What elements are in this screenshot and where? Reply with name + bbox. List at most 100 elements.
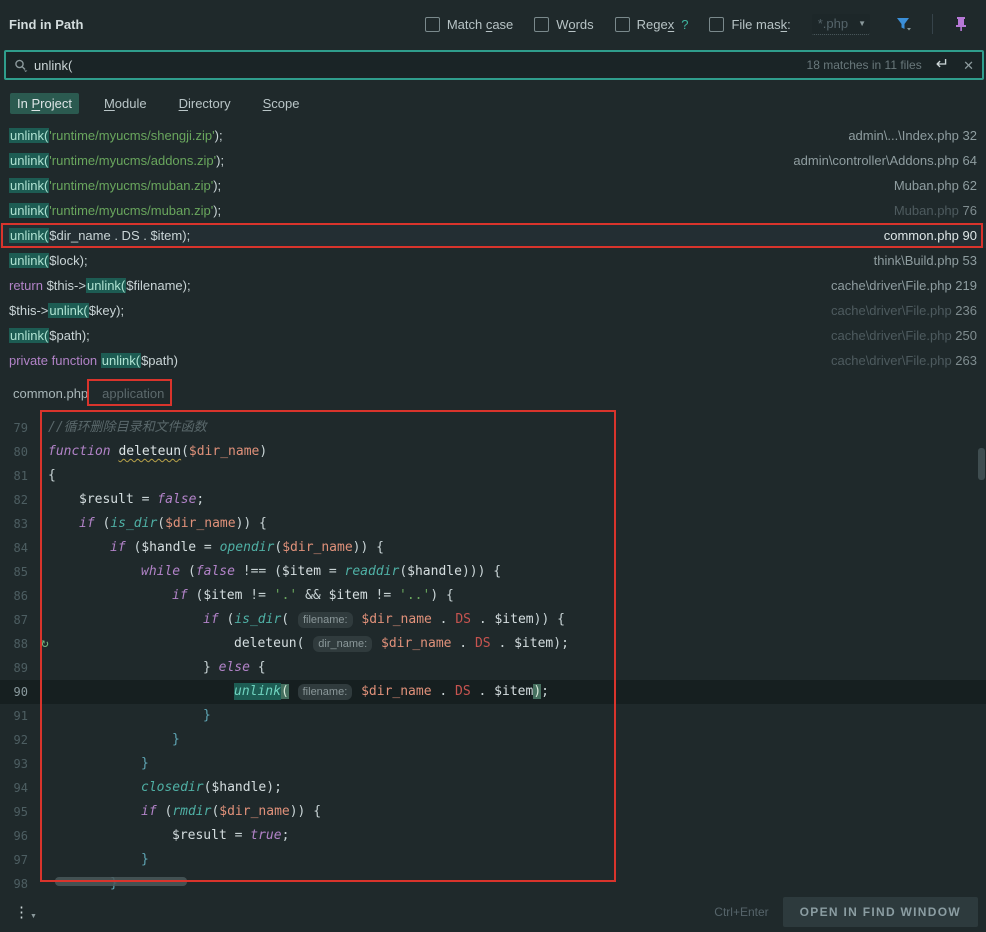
tab-scope[interactable]: Scope <box>256 93 307 114</box>
code-token-fn: opendir <box>220 540 275 555</box>
code-line[interactable]: 79//循环删除目录和文件函数 <box>0 416 986 440</box>
pin-icon[interactable] <box>948 12 974 36</box>
tab-directory[interactable]: Directory <box>172 93 238 114</box>
checkbox-square[interactable] <box>534 17 549 32</box>
snippet-segment-match: unlink( <box>9 228 49 243</box>
code-line[interactable]: 94closedir($handle); <box>0 776 986 800</box>
code-token-plain: )) { <box>534 612 565 627</box>
snippet-segment-match: unlink( <box>86 278 126 293</box>
code-token-plain: ) { <box>430 588 453 603</box>
code-line-content: $result = true; <box>172 824 289 848</box>
snippet-segment-str: 'runtime/myucms/muban.zip' <box>49 203 213 218</box>
code-line[interactable]: 92} <box>0 728 986 752</box>
result-row[interactable]: unlink('runtime/myucms/muban.zip');Muban… <box>0 173 986 198</box>
horizontal-scrollbar[interactable] <box>55 877 187 886</box>
result-row[interactable]: private function unlink($path)cache\driv… <box>0 348 986 373</box>
code-line[interactable]: 91} <box>0 704 986 728</box>
code-preview-editor[interactable]: 79//循环删除目录和文件函数80function deleteun($dir_… <box>0 410 986 890</box>
result-line-number: 53 <box>963 253 977 268</box>
code-line[interactable]: 82$result = false; <box>0 488 986 512</box>
tab-module[interactable]: Module <box>97 93 154 114</box>
chevron-down-icon[interactable]: ▼ <box>858 19 866 28</box>
code-token-plain: ; <box>282 828 290 843</box>
checkbox-square[interactable] <box>709 17 724 32</box>
code-token-var: $result <box>79 492 134 507</box>
snippet-segment-str: 'runtime/myucms/shengji.zip' <box>49 128 214 143</box>
code-line-content: if (is_dir($dir_name)) { <box>79 512 267 536</box>
code-token-plain: ); <box>266 780 282 795</box>
code-line-content: } <box>203 704 211 728</box>
regex-help-link[interactable]: ? <box>681 17 688 32</box>
result-row[interactable]: return $this->unlink($filename);cache\dr… <box>0 273 986 298</box>
result-row[interactable]: unlink('runtime/myucms/addons.zip');admi… <box>0 148 986 173</box>
code-token-var: $item <box>494 684 533 699</box>
result-row[interactable]: unlink('runtime/myucms/muban.zip');Muban… <box>0 198 986 223</box>
code-line[interactable]: 81{ <box>0 464 986 488</box>
code-token-cmt: //循环删除目录和文件函数 <box>48 420 207 435</box>
file-mask-checkbox[interactable]: File mask: <box>709 17 790 32</box>
filter-icon[interactable] <box>891 12 917 36</box>
code-line[interactable]: 84if ($handle = opendir($dir_name)) { <box>0 536 986 560</box>
match-case-checkbox[interactable]: Match case <box>425 17 513 32</box>
enter-arrow-icon[interactable]: ↵ <box>936 57 949 73</box>
preview-scope-tab[interactable]: application <box>102 386 164 401</box>
snippet-segment-plain: $dir_name . DS . $item); <box>49 228 190 243</box>
snippet-segment-match: unlink( <box>9 253 49 268</box>
result-row[interactable]: unlink('runtime/myucms/shengji.zip');adm… <box>0 123 986 148</box>
code-line[interactable]: 90unlink( filename: $dir_name . DS . $it… <box>0 680 986 704</box>
result-path: cache\driver\File.php <box>831 328 952 343</box>
code-line[interactable]: 96$result = true; <box>0 824 986 848</box>
code-token-param: $dir_name <box>361 684 431 699</box>
code-token-kw: while <box>141 564 180 579</box>
code-token-plain: ); <box>553 636 569 651</box>
regex-checkbox[interactable]: Regex <box>615 17 675 32</box>
code-line[interactable]: 80function deleteun($dir_name) <box>0 440 986 464</box>
words-checkbox[interactable]: Words <box>534 17 593 32</box>
code-token-plain: ; <box>196 492 204 507</box>
code-line[interactable]: 95if (rmdir($dir_name)) { <box>0 800 986 824</box>
code-token-plain: !== ( <box>235 564 282 579</box>
code-token-param: $dir_name <box>361 612 431 627</box>
snippet-segment-plain: ); <box>213 203 221 218</box>
file-mask-combo[interactable]: *.php ▼ <box>812 14 870 35</box>
search-icon <box>14 59 28 72</box>
parameter-hint: filename: <box>298 612 353 628</box>
search-input[interactable]: unlink( 18 matches in 11 files ↵ ✕ <box>4 50 984 80</box>
code-line[interactable]: 97} <box>0 848 986 872</box>
match-count-status: 18 matches in 11 files <box>807 58 922 72</box>
open-in-find-window-button[interactable]: OPEN IN FIND WINDOW <box>783 897 978 927</box>
result-row[interactable]: unlink($lock);think\Build.php 53 <box>0 248 986 273</box>
tab-in-project[interactable]: In Project <box>10 93 79 114</box>
code-line-content: } <box>141 752 149 776</box>
search-query-text[interactable]: unlink( <box>34 58 807 73</box>
snippet-segment-match: unlink( <box>9 203 49 218</box>
code-line[interactable]: 93} <box>0 752 986 776</box>
snippet-segment-match: unlink( <box>9 153 49 168</box>
vertical-scrollbar[interactable] <box>978 448 985 480</box>
snippet-segment-match: unlink( <box>9 178 49 193</box>
code-line[interactable]: 88↻deleteun( dir_name: $dir_name . DS . … <box>0 632 986 656</box>
recursive-call-icon[interactable]: ↻ <box>41 632 49 656</box>
checkbox-square[interactable] <box>615 17 630 32</box>
code-token-plain: ( <box>181 444 189 459</box>
code-line[interactable]: 83if (is_dir($dir_name)) { <box>0 512 986 536</box>
preview-file-tab[interactable]: common.php <box>13 386 88 401</box>
result-row[interactable]: unlink($dir_name . DS . $item);common.ph… <box>0 223 986 248</box>
code-token-plain: } <box>203 660 219 675</box>
line-number: 90 <box>0 680 28 704</box>
code-token-fn: closedir <box>141 780 204 795</box>
close-icon[interactable]: ✕ <box>963 59 974 72</box>
code-line-content: } <box>141 848 149 872</box>
code-line[interactable]: 87if (is_dir( filename: $dir_name . DS .… <box>0 608 986 632</box>
checkbox-square[interactable] <box>425 17 440 32</box>
line-number: 81 <box>0 464 28 488</box>
more-options-icon[interactable]: ⋮▼ <box>14 903 37 921</box>
code-line[interactable]: 85while (false !== ($item = readdir($han… <box>0 560 986 584</box>
code-line[interactable]: 89} else { <box>0 656 986 680</box>
code-token-kw: if <box>79 516 95 531</box>
code-line[interactable]: 86if ($item != '.' && $item != '..') { <box>0 584 986 608</box>
result-row[interactable]: unlink($path);cache\driver\File.php 250 <box>0 323 986 348</box>
result-row[interactable]: $this->unlink($key);cache\driver\File.ph… <box>0 298 986 323</box>
code-token-plain: = <box>196 540 219 555</box>
snippet-segment-plain: $path); <box>49 328 89 343</box>
